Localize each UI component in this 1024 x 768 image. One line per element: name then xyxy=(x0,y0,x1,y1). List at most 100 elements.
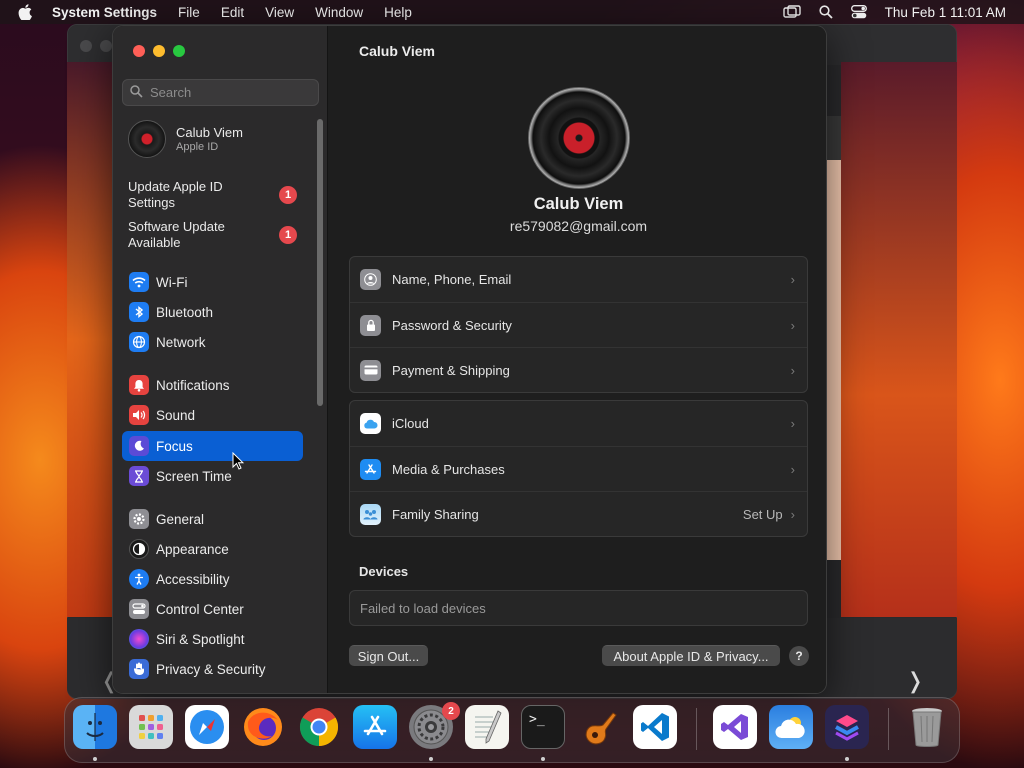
background-window-image-right xyxy=(841,62,957,617)
sidebar-item-screen-time[interactable]: Screen Time xyxy=(122,461,303,491)
avatar xyxy=(128,120,166,158)
sidebar-item-siri-spotlight[interactable]: Siri & Spotlight xyxy=(122,624,303,654)
menu-app-name[interactable]: System Settings xyxy=(52,5,157,20)
menu-help[interactable]: Help xyxy=(384,5,412,20)
sidebar-item-label: Accessibility xyxy=(156,571,230,587)
terminal-icon[interactable]: >_ xyxy=(521,705,565,749)
apple-logo-icon[interactable] xyxy=(18,4,38,20)
sidebar-item-general[interactable]: General xyxy=(122,504,303,534)
menu-window[interactable]: Window xyxy=(315,5,363,20)
software-update-available[interactable]: Software Update Available xyxy=(128,219,303,251)
control-center-icon xyxy=(129,599,149,619)
contact-icon xyxy=(360,269,381,290)
sidebar-item-control-center[interactable]: Control Center xyxy=(122,594,303,624)
vscode-icon[interactable] xyxy=(633,705,677,749)
background-window-dot xyxy=(100,40,112,52)
row-label: Family Sharing xyxy=(392,506,479,522)
sidebar-item-notifications[interactable]: Notifications xyxy=(122,370,303,400)
accessibility-icon xyxy=(129,569,149,589)
screen-mirroring-icon[interactable] xyxy=(782,5,801,19)
control-center-icon[interactable] xyxy=(850,5,867,19)
trash-icon[interactable] xyxy=(905,705,949,749)
main-content: Calub Viem Calub Viem re579082@gmail.com… xyxy=(329,26,826,693)
sidebar-item-focus[interactable]: Focus xyxy=(122,431,303,461)
app-store-icon[interactable] xyxy=(353,705,397,749)
finder-icon[interactable] xyxy=(73,705,117,749)
sidebar-item-bluetooth[interactable]: Bluetooth xyxy=(122,297,303,327)
sidebar-item-appearance[interactable]: Appearance xyxy=(122,534,303,564)
sidebar-item-label: Privacy & Security xyxy=(156,661,266,677)
sidebar-profile[interactable]: Calub Viem Apple ID xyxy=(128,120,243,158)
devices-message: Failed to load devices xyxy=(360,600,486,616)
sidebar-item-privacy-security[interactable]: Privacy & Security xyxy=(122,654,303,684)
sidebar-item-label: Wi-Fi xyxy=(156,274,188,290)
app-store-icon xyxy=(360,458,381,480)
row-label: Media & Purchases xyxy=(392,461,505,477)
user-email: re579082@gmail.com xyxy=(509,218,648,234)
about-apple-id-privacy-button[interactable]: About Apple ID & Privacy... xyxy=(602,645,780,666)
firefox-icon[interactable] xyxy=(241,705,285,749)
search-icon xyxy=(130,84,143,101)
moon-icon xyxy=(129,436,149,456)
sidebar: Search Calub Viem Apple ID Update Apple … xyxy=(113,26,328,693)
row-family-sharing[interactable]: Family Sharing Set Up › xyxy=(350,491,807,536)
profile-subtitle: Apple ID xyxy=(176,141,219,153)
close-button[interactable] xyxy=(133,45,145,57)
sidebar-item-label: General xyxy=(156,511,205,527)
textedit-icon[interactable] xyxy=(465,705,509,749)
sidebar-item-network[interactable]: Network xyxy=(122,327,303,357)
row-icloud[interactable]: iCloud › xyxy=(350,401,807,446)
sidebar-scrollbar[interactable] xyxy=(317,119,323,406)
row-media-purchases[interactable]: Media & Purchases › xyxy=(350,446,807,491)
sidebar-item-label: Sound xyxy=(156,407,196,423)
help-button[interactable]: ? xyxy=(789,646,809,666)
chrome-icon[interactable] xyxy=(297,705,341,749)
sidebar-item-label: Appearance xyxy=(156,541,229,557)
icloud-icon xyxy=(360,413,381,434)
minimize-button[interactable] xyxy=(153,45,165,57)
notification-badge: 1 xyxy=(279,226,297,244)
chevron-right-icon: › xyxy=(790,272,795,287)
menu-file[interactable]: File xyxy=(178,5,200,20)
chevron-right-icon[interactable]: ❭ xyxy=(906,668,924,694)
chevron-right-icon: › xyxy=(790,416,795,431)
menu-edit[interactable]: Edit xyxy=(221,5,244,20)
shortcuts-icon[interactable] xyxy=(825,705,869,749)
row-password-security[interactable]: Password & Security › xyxy=(350,302,807,347)
launchpad-icon[interactable] xyxy=(129,705,173,749)
update-apple-id-settings[interactable]: Update Apple ID Settings xyxy=(128,179,303,211)
search-placeholder: Search xyxy=(150,85,192,100)
lock-icon xyxy=(360,314,381,336)
zoom-button[interactable] xyxy=(173,45,185,57)
sign-out-button[interactable]: Sign Out... xyxy=(349,645,428,666)
dock-separator xyxy=(696,708,697,750)
row-payment-shipping[interactable]: Payment & Shipping › xyxy=(350,347,807,392)
garageband-icon[interactable] xyxy=(577,705,621,749)
gear-icon xyxy=(129,509,149,529)
sidebar-item-wifi[interactable]: Wi-Fi xyxy=(122,267,303,297)
running-indicator xyxy=(541,757,545,761)
avatar-large[interactable] xyxy=(528,87,630,189)
mouse-pointer-icon xyxy=(232,451,245,475)
profile-name: Calub Viem xyxy=(176,125,243,140)
safari-icon[interactable] xyxy=(185,705,229,749)
search-input[interactable]: Search xyxy=(122,79,319,106)
dock-notification-badge: 2 xyxy=(442,702,460,720)
sidebar-item-sound[interactable]: Sound xyxy=(122,400,303,430)
menu-view[interactable]: View xyxy=(265,5,294,20)
visual-studio-icon[interactable] xyxy=(713,705,757,749)
chevron-right-icon: › xyxy=(790,506,795,522)
sidebar-item-label: Notifications xyxy=(156,377,230,393)
sidebar-item-accessibility[interactable]: Accessibility xyxy=(122,564,303,594)
sidebar-item-label: Focus xyxy=(156,438,193,454)
background-window-strip xyxy=(827,116,841,160)
row-name-phone-email[interactable]: Name, Phone, Email › xyxy=(350,257,807,302)
menu-clock[interactable]: Thu Feb 1 11:01 AM xyxy=(885,5,1006,20)
row-label: Payment & Shipping xyxy=(392,362,510,378)
spotlight-search-icon[interactable] xyxy=(819,5,833,19)
row-label: iCloud xyxy=(392,416,429,431)
siri-icon xyxy=(129,629,149,649)
sidebar-item-label: Screen Time xyxy=(156,468,232,484)
weather-icon[interactable] xyxy=(769,705,813,749)
card-icon xyxy=(360,359,381,381)
